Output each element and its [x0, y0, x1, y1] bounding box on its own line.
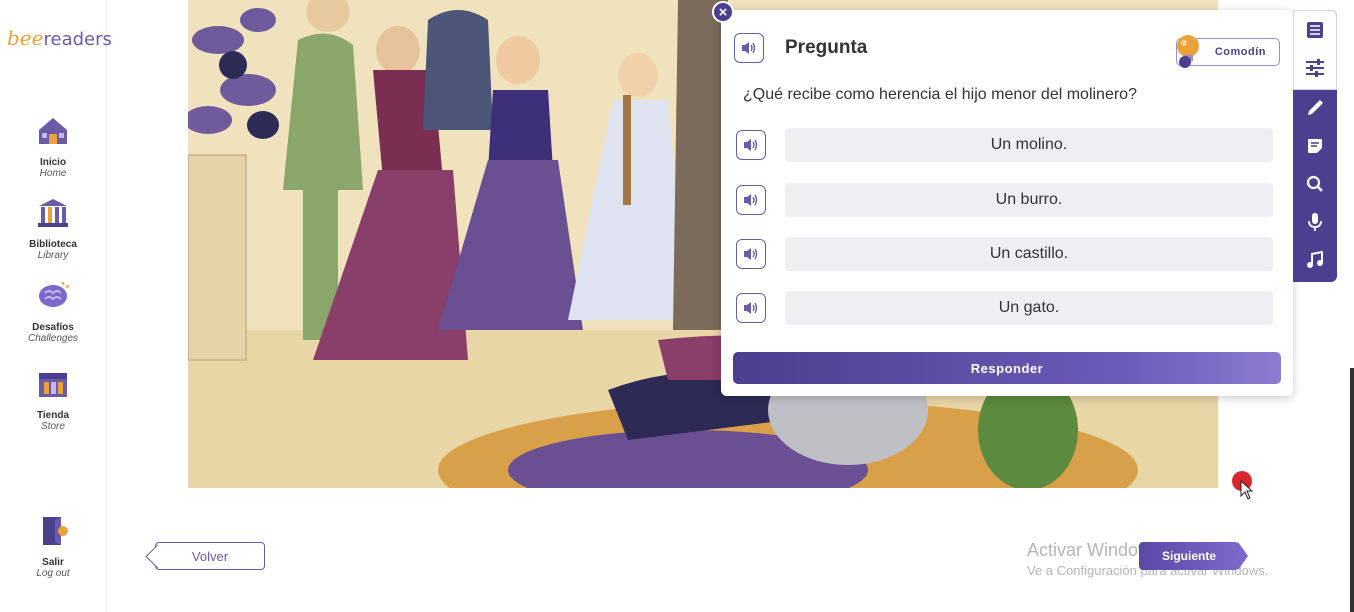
- answer-audio-button[interactable]: [736, 239, 766, 269]
- answer-button[interactable]: Un gato.: [785, 291, 1273, 325]
- list-icon: [1307, 22, 1323, 38]
- music-note-icon: [1307, 251, 1323, 268]
- sidebar-item-logout[interactable]: Salir Log out: [0, 514, 106, 579]
- panel-title: Pregunta: [785, 37, 868, 58]
- wildcard-button[interactable]: Comodín: [1176, 35, 1280, 68]
- speaker-icon: [744, 194, 758, 206]
- mouse-pointer-icon: [1240, 480, 1254, 500]
- window-edge: [1350, 368, 1354, 612]
- pencil-icon: [1308, 100, 1323, 115]
- toolbar-search-button[interactable]: [1293, 166, 1337, 202]
- sidebar-item-library[interactable]: Biblioteca Library: [0, 196, 106, 261]
- speaker-icon: [744, 139, 758, 151]
- microphone-icon: [1308, 213, 1322, 231]
- answer-button[interactable]: Un burro.: [785, 183, 1273, 217]
- sliders-icon: [1306, 59, 1324, 77]
- answer-button[interactable]: Un castillo.: [785, 237, 1273, 271]
- sidebar-item-home[interactable]: Inicio Home: [0, 114, 106, 179]
- answer-audio-button[interactable]: [736, 185, 766, 215]
- question-panel: Pregunta Comodín ¿Qué recibe como herenc…: [721, 10, 1293, 396]
- reading-toolbar: [1293, 10, 1337, 282]
- toolbar-notes-button[interactable]: [1293, 128, 1337, 164]
- answer-button[interactable]: Un molino.: [785, 128, 1273, 162]
- submit-answer-button[interactable]: Responder: [733, 352, 1281, 384]
- close-panel-button[interactable]: ×: [712, 1, 734, 23]
- toolbar-list-button[interactable]: [1293, 12, 1337, 48]
- title-audio-button[interactable]: [734, 33, 764, 63]
- store-icon: [39, 373, 67, 397]
- answer-option: Un castillo.: [736, 237, 1273, 271]
- house-icon: [39, 118, 67, 144]
- wildcard-lightbulb-icon: [1177, 35, 1199, 68]
- toolbar-pencil-button[interactable]: [1293, 90, 1337, 126]
- answer-option: Un molino.: [736, 128, 1273, 162]
- close-icon: ×: [718, 3, 728, 21]
- question-text: ¿Qué recibe como herencia el hijo menor …: [743, 86, 1137, 103]
- speaker-icon: [744, 248, 758, 260]
- answer-option: Un gato.: [736, 291, 1273, 325]
- speaker-icon: [742, 42, 756, 54]
- library-icon: [38, 199, 68, 227]
- beereaders-logo[interactable]: beereaders: [7, 26, 112, 50]
- brain-icon: [39, 281, 70, 307]
- sidebar-item-challenges[interactable]: Desafíos Challenges: [0, 279, 106, 344]
- answer-audio-button[interactable]: [736, 293, 766, 323]
- toolbar-settings-button[interactable]: [1293, 50, 1337, 86]
- speaker-icon: [744, 302, 758, 314]
- sidebar-item-store[interactable]: Tienda Store: [0, 367, 106, 432]
- toolbar-microphone-button[interactable]: [1293, 204, 1337, 240]
- answer-option: Un burro.: [736, 183, 1273, 217]
- back-button[interactable]: Volver: [155, 542, 265, 570]
- search-icon: [1306, 175, 1323, 192]
- note-icon: [1308, 139, 1322, 153]
- toolbar-music-button[interactable]: [1293, 242, 1337, 278]
- answer-audio-button[interactable]: [736, 130, 766, 160]
- next-button[interactable]: Siguiente: [1139, 542, 1248, 570]
- logout-door-icon: [43, 517, 68, 545]
- sidebar: beereaders Inicio Home Biblioteca Librar…: [0, 0, 112, 612]
